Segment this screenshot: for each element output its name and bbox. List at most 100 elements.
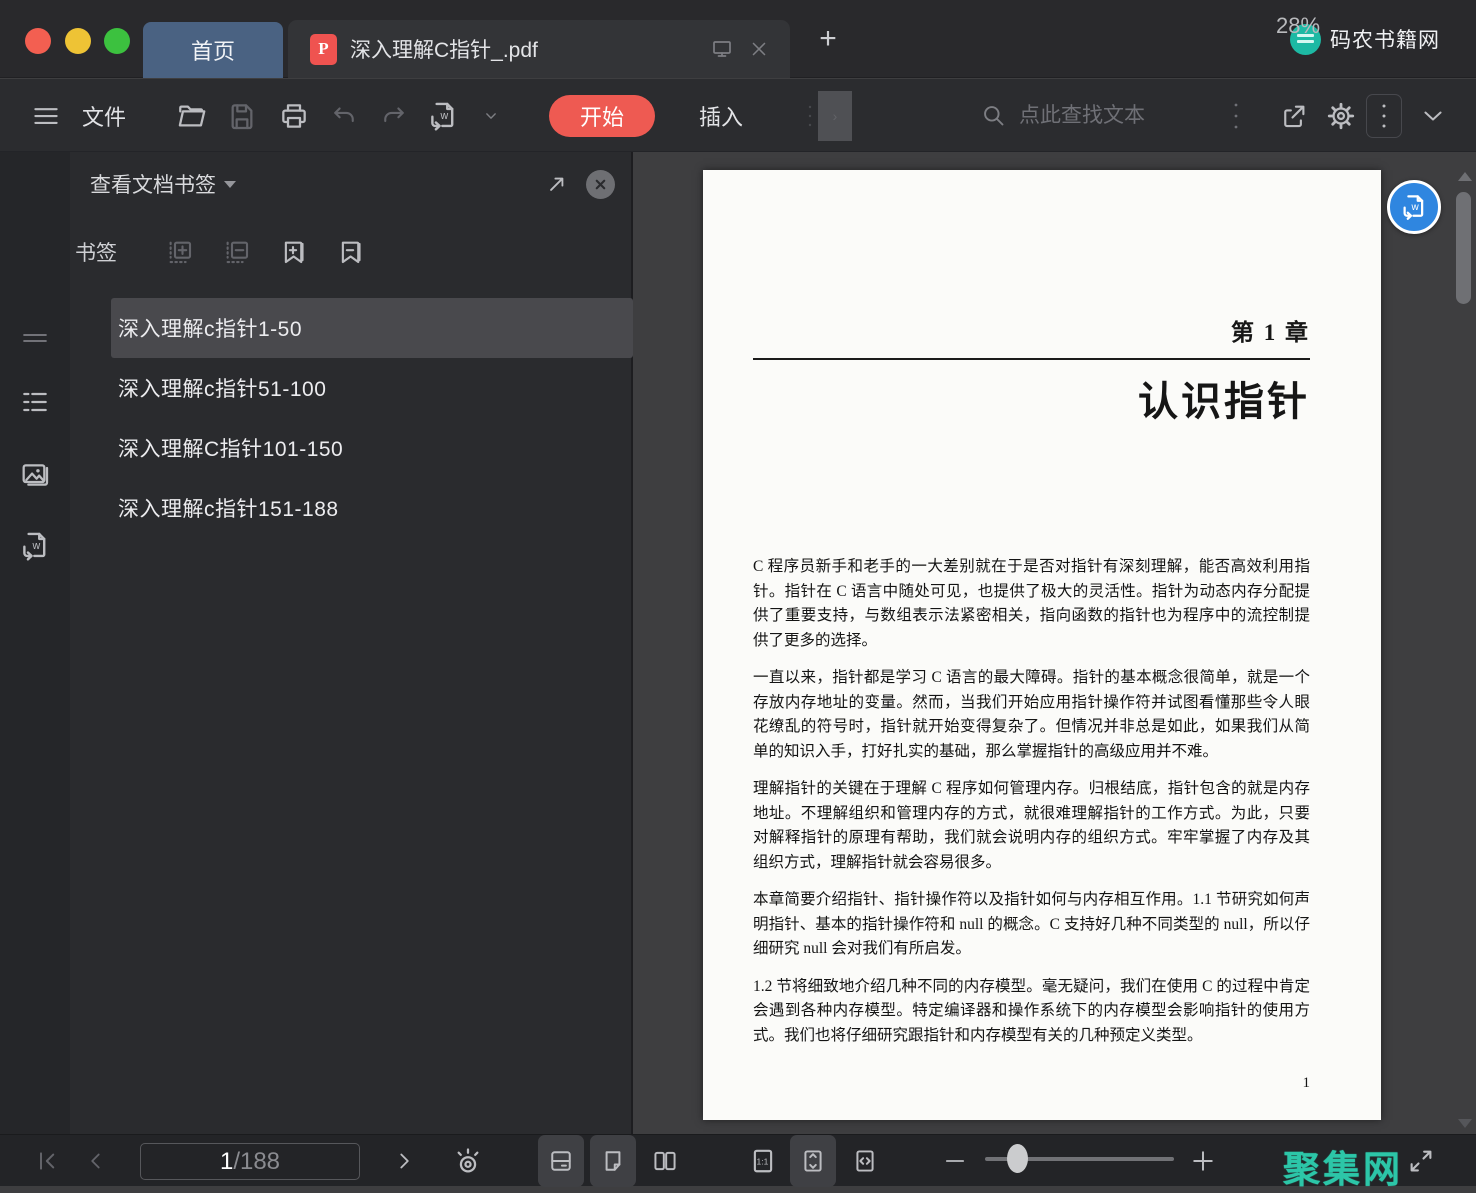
bookmark-item-4[interactable]: 深入理解c指针151-188 bbox=[111, 478, 633, 538]
total-pages: 188 bbox=[240, 1148, 280, 1176]
brand-label: 码农书籍网 bbox=[1330, 24, 1440, 54]
paragraph: C 程序员新手和老手的一大差别就在于是否对指针有深刻理解，能否高效利用指针。指针… bbox=[753, 555, 1310, 653]
fit-page-button[interactable] bbox=[790, 1135, 836, 1187]
bookmarks-panel-header: 查看文档书签 bbox=[70, 152, 631, 216]
chapter-number: 第 1 章 bbox=[753, 313, 1310, 347]
dragged-tab-preview: › bbox=[818, 91, 852, 141]
document-viewport[interactable]: 第 1 章 认识指针 C 程序员新手和老手的一大差别就在于是否对指针有深刻理解，… bbox=[635, 152, 1476, 1134]
close-window-button[interactable] bbox=[25, 28, 51, 54]
remove-bookmark-button[interactable] bbox=[336, 237, 366, 267]
panel-title-caret-icon bbox=[224, 181, 236, 188]
collapse-toolbar-button[interactable] bbox=[1412, 79, 1454, 152]
paragraph: 1.2 节将细致地介绍几种不同的内存模型。毫无疑问，我们在使用 C 的过程中肯定… bbox=[753, 975, 1310, 1049]
next-page-button[interactable] bbox=[386, 1135, 422, 1187]
page-separator: / bbox=[233, 1148, 240, 1176]
zoom-out-button[interactable] bbox=[938, 1135, 972, 1187]
first-page-button[interactable] bbox=[30, 1135, 66, 1187]
panel-title-label: 查看文档书签 bbox=[90, 169, 216, 199]
scroll-down-arrow[interactable] bbox=[1458, 1119, 1472, 1128]
tab-document-title: 深入理解C指针_.pdf bbox=[350, 34, 710, 64]
tab-home[interactable]: 首页 bbox=[143, 22, 283, 78]
minimize-window-button[interactable] bbox=[65, 28, 91, 54]
export-word-panel-icon[interactable]: w bbox=[0, 518, 70, 574]
undo-button[interactable] bbox=[326, 79, 362, 152]
bookmark-item-2[interactable]: 深入理解c指针51-100 bbox=[111, 358, 633, 418]
actual-size-button[interactable]: 1:1 bbox=[742, 1135, 784, 1187]
insert-ribbon-label: 插入 bbox=[699, 100, 743, 132]
reading-layout-button[interactable] bbox=[538, 1135, 584, 1187]
search-input[interactable] bbox=[1019, 104, 1195, 128]
export-options-chevron-icon[interactable] bbox=[476, 79, 506, 152]
bookmarks-toolbar: 书签 bbox=[70, 224, 631, 280]
paragraph: 理解指针的关键在于理解 C 程序如何管理内存。归根结底，指针包含的就是内存地址。… bbox=[753, 777, 1310, 875]
bookmark-item-label: 深入理解c指针51-100 bbox=[118, 373, 326, 403]
export-word-icon: w bbox=[1399, 192, 1429, 222]
new-tab-button[interactable]: + bbox=[810, 18, 846, 60]
previous-page-button[interactable] bbox=[78, 1135, 114, 1187]
svg-text:1:1: 1:1 bbox=[757, 1157, 769, 1167]
open-file-button[interactable] bbox=[172, 79, 212, 152]
pdf-page: 第 1 章 认识指针 C 程序员新手和老手的一大差别就在于是否对指针有深刻理解，… bbox=[703, 170, 1381, 1120]
zoom-percentage: 28% bbox=[1276, 0, 1320, 52]
paragraph: 本章简要介绍指针、指针操作符以及指针如何与内存相互作用。1.1 节研究如何声明指… bbox=[753, 888, 1310, 962]
present-on-screen-icon[interactable] bbox=[710, 37, 734, 61]
pdf-file-icon: P bbox=[310, 34, 337, 65]
settings-gear-button[interactable] bbox=[1320, 79, 1362, 152]
bookmark-item-label: 深入理解C指针101-150 bbox=[118, 433, 343, 463]
panel-title-dropdown[interactable]: 查看文档书签 bbox=[90, 169, 236, 199]
share-button[interactable] bbox=[1274, 79, 1314, 152]
scroll-up-arrow[interactable] bbox=[1458, 172, 1472, 181]
maximize-window-button[interactable] bbox=[104, 28, 130, 54]
scrollbar-thumb[interactable] bbox=[1456, 192, 1471, 304]
zoom-slider-thumb[interactable] bbox=[1007, 1144, 1028, 1173]
file-menu-button[interactable]: 文件 bbox=[72, 79, 136, 152]
page-body-text: C 程序员新手和老手的一大差别就在于是否对指针有深刻理解，能否高效利用指针。指针… bbox=[753, 555, 1310, 1048]
tab-home-label: 首页 bbox=[191, 34, 235, 66]
side-rail: w bbox=[0, 152, 70, 1134]
hidden-tab-dots-icon bbox=[804, 79, 816, 152]
fit-width-button[interactable] bbox=[844, 1135, 886, 1187]
expand-all-button[interactable] bbox=[165, 237, 195, 267]
fullscreen-button[interactable] bbox=[1400, 1135, 1442, 1187]
vertical-scrollbar[interactable] bbox=[1454, 170, 1474, 1132]
single-page-view-button[interactable] bbox=[590, 1135, 636, 1187]
svg-text:w: w bbox=[439, 110, 448, 122]
start-ribbon-button[interactable]: 开始 bbox=[549, 95, 655, 137]
images-panel-icon[interactable] bbox=[0, 446, 70, 502]
add-bookmark-button[interactable] bbox=[279, 237, 309, 267]
svg-text:w: w bbox=[1411, 202, 1420, 213]
insert-ribbon-button[interactable]: 插入 bbox=[688, 79, 754, 152]
eye-protect-mode-button[interactable] bbox=[448, 1135, 488, 1187]
more-tools-button[interactable] bbox=[1366, 94, 1402, 138]
page-number-box[interactable]: 1/188 bbox=[140, 1143, 360, 1180]
export-to-word-button[interactable]: w bbox=[422, 79, 464, 152]
find-text-field[interactable] bbox=[980, 79, 1210, 152]
bookmarks-panel: 查看文档书签 书签 bbox=[70, 152, 633, 1134]
collapse-all-button[interactable] bbox=[222, 237, 252, 267]
popout-panel-icon[interactable] bbox=[544, 171, 570, 197]
redo-button[interactable] bbox=[376, 79, 412, 152]
zoom-in-button[interactable] bbox=[1186, 1135, 1220, 1187]
save-button[interactable] bbox=[222, 79, 262, 152]
bookmark-item-1[interactable]: 深入理解c指针1-50 bbox=[111, 298, 633, 358]
title-bar: 首页 P 深入理解C指针_.pdf + 码农书籍网 bbox=[0, 0, 1476, 78]
print-button[interactable] bbox=[274, 79, 314, 152]
close-panel-button[interactable] bbox=[586, 170, 615, 199]
file-menu-label: 文件 bbox=[82, 100, 126, 132]
bookmarks-section-label: 书签 bbox=[75, 237, 117, 267]
close-tab-icon[interactable] bbox=[748, 38, 770, 60]
bookmark-list: 深入理解c指针1-50 深入理解c指针51-100 深入理解C指针101-150… bbox=[70, 298, 631, 538]
svg-text:w: w bbox=[31, 540, 40, 552]
status-bar: 1/188 1:1 bbox=[0, 1134, 1476, 1186]
search-icon bbox=[980, 102, 1007, 129]
bookmark-item-3[interactable]: 深入理解C指针101-150 bbox=[111, 418, 633, 478]
convert-to-word-floating-button[interactable]: w bbox=[1387, 180, 1441, 234]
page-footer-number: 1 bbox=[1303, 1075, 1311, 1092]
main-menu-button[interactable] bbox=[26, 79, 66, 152]
outline-panel-icon[interactable] bbox=[0, 374, 70, 430]
chapter-title: 认识指针 bbox=[753, 369, 1310, 427]
panel-drag-handle[interactable] bbox=[0, 310, 70, 366]
tab-document[interactable]: P 深入理解C指针_.pdf bbox=[288, 20, 790, 78]
chapter-rule bbox=[753, 358, 1310, 360]
two-page-view-button[interactable] bbox=[642, 1135, 688, 1187]
